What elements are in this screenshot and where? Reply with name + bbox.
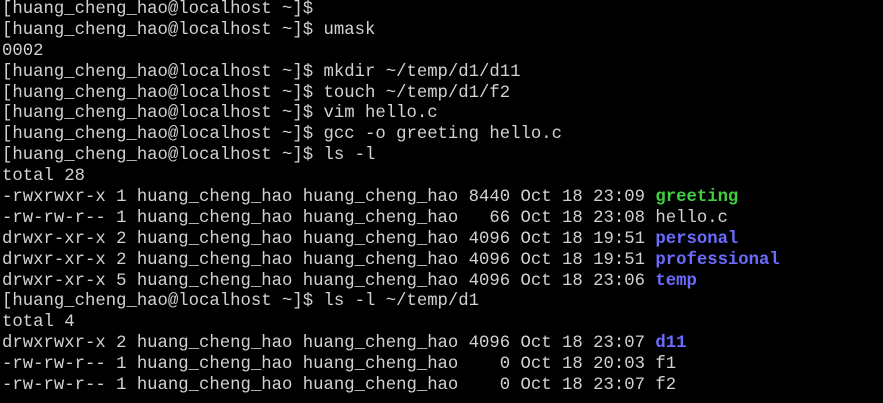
terminal-text: total 4	[2, 313, 75, 333]
terminal-line: drwxr-xr-x 2 huang_cheng_hao huang_cheng…	[2, 230, 883, 251]
terminal-line: [huang_cheng_hao@localhost ~]$ ls -l	[2, 146, 883, 167]
terminal-text: [huang_cheng_hao@localhost ~]$ gcc -o gr…	[2, 125, 563, 145]
terminal-line: -rw-rw-r-- 1 huang_cheng_hao huang_cheng…	[2, 355, 883, 376]
terminal-text: drwxrwxr-x 2 huang_cheng_hao huang_cheng…	[2, 334, 656, 354]
terminal-line: drwxrwxr-x 2 huang_cheng_hao huang_cheng…	[2, 334, 883, 355]
terminal-output: [huang_cheng_hao@localhost ~]$ [huang_che…	[2, 0, 883, 397]
terminal-line: -rwxrwxr-x 1 huang_cheng_hao huang_cheng…	[2, 188, 883, 209]
terminal-line: 0002	[2, 42, 883, 63]
terminal-text: [huang_cheng_hao@localhost ~]$ mkdir ~/t…	[2, 62, 521, 82]
directory-name: d11	[655, 334, 687, 354]
terminal-text: [huang_cheng_hao@localhost ~]$ ls -l	[2, 146, 376, 166]
executable-name: greeting	[655, 188, 739, 208]
terminal-text: drwxr-xr-x 5 huang_cheng_hao huang_cheng…	[2, 271, 656, 291]
terminal-text: -rw-rw-r-- 1 huang_cheng_hao huang_cheng…	[2, 376, 677, 396]
terminal-line: [huang_cheng_hao@localhost ~]$ umask	[2, 21, 883, 42]
directory-name: professional	[655, 250, 780, 270]
terminal-text: drwxr-xr-x 2 huang_cheng_hao huang_cheng…	[2, 250, 656, 270]
terminal-line: [huang_cheng_hao@localhost ~]$ touch ~/t…	[2, 84, 883, 105]
directory-name: personal	[655, 229, 739, 249]
terminal-line: -rw-rw-r-- 1 huang_cheng_hao huang_cheng…	[2, 209, 883, 230]
terminal-text: [huang_cheng_hao@localhost ~]$ vim hello…	[2, 104, 438, 124]
terminal-line: [huang_cheng_hao@localhost ~]$	[2, 0, 883, 21]
terminal-line: total 4	[2, 313, 883, 334]
terminal-line: [huang_cheng_hao@localhost ~]$ ls -l ~/t…	[2, 292, 883, 313]
terminal-line: drwxr-xr-x 2 huang_cheng_hao huang_cheng…	[2, 251, 883, 272]
terminal-text: [huang_cheng_hao@localhost ~]$ ls -l ~/t…	[2, 292, 480, 312]
terminal-text: drwxr-xr-x 2 huang_cheng_hao huang_cheng…	[2, 229, 656, 249]
terminal-cursor-line	[2, 397, 883, 403]
terminal-window[interactable]: [huang_cheng_hao@localhost ~]$ [huang_che…	[0, 0, 883, 403]
terminal-line: [huang_cheng_hao@localhost ~]$ vim hello…	[2, 104, 883, 125]
terminal-line: [huang_cheng_hao@localhost ~]$ gcc -o gr…	[2, 125, 883, 146]
terminal-line: -rw-rw-r-- 1 huang_cheng_hao huang_cheng…	[2, 376, 883, 397]
terminal-line: drwxr-xr-x 5 huang_cheng_hao huang_cheng…	[2, 272, 883, 293]
terminal-text: [huang_cheng_hao@localhost ~]$	[2, 0, 314, 19]
terminal-text: -rw-rw-r-- 1 huang_cheng_hao huang_cheng…	[2, 208, 728, 228]
terminal-text: 0002	[2, 41, 44, 61]
terminal-line: [huang_cheng_hao@localhost ~]$ mkdir ~/t…	[2, 63, 883, 84]
terminal-text: -rw-rw-r-- 1 huang_cheng_hao huang_cheng…	[2, 355, 677, 375]
terminal-text: -rwxrwxr-x 1 huang_cheng_hao huang_cheng…	[2, 188, 656, 208]
terminal-text: total 28	[2, 167, 85, 187]
terminal-text: [huang_cheng_hao@localhost ~]$ umask	[2, 20, 376, 40]
directory-name: temp	[655, 271, 697, 291]
terminal-line: total 28	[2, 167, 883, 188]
terminal-text: [huang_cheng_hao@localhost ~]$ touch ~/t…	[2, 83, 511, 103]
